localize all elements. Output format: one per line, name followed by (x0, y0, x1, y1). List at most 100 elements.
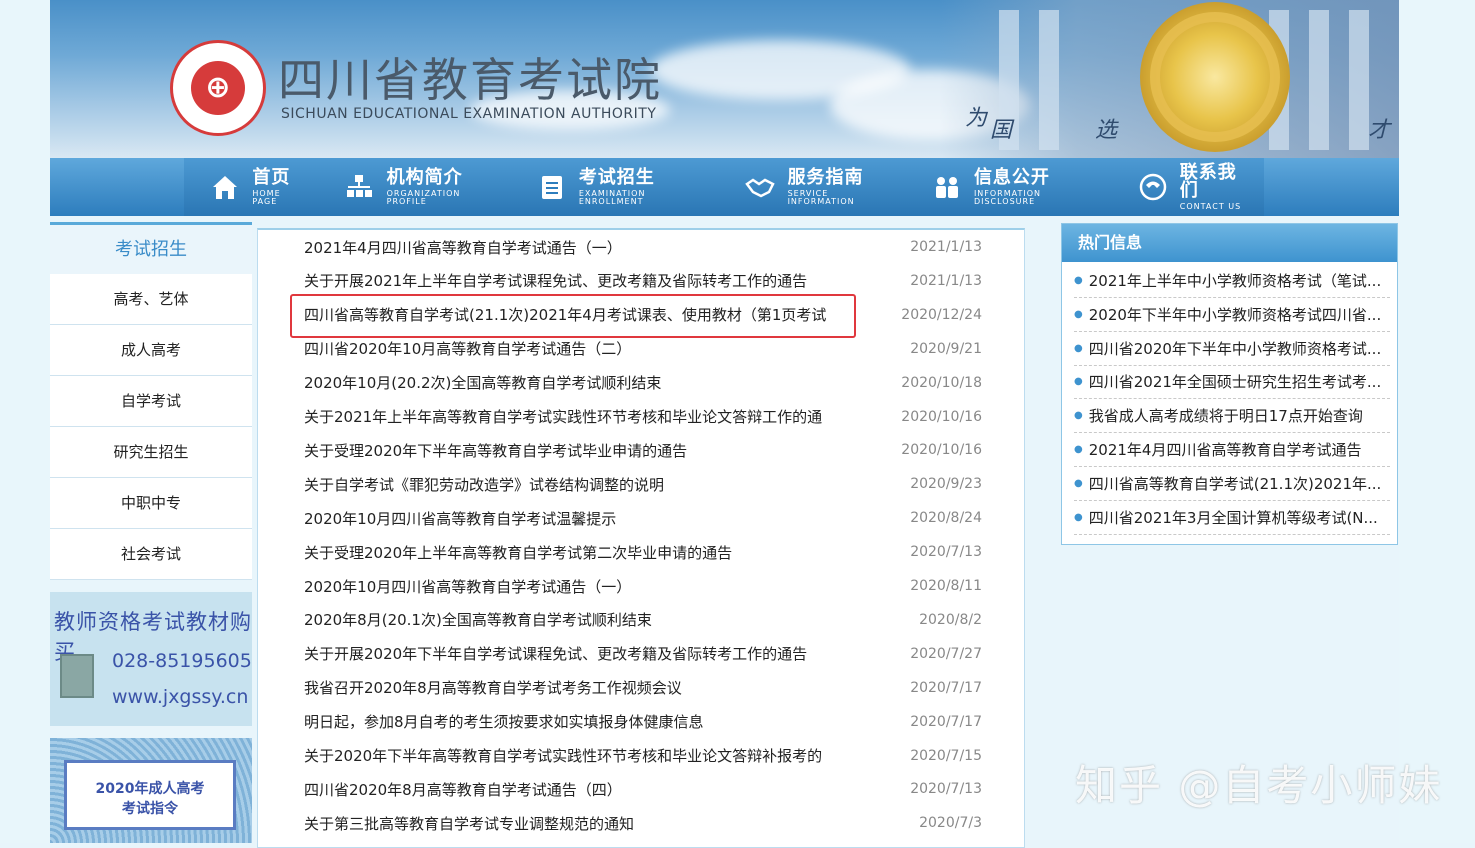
hot-item[interactable]: ● 四川省高等教育自学考试(21.1次)2021年... (1074, 467, 1390, 501)
slogan-char: 才 (1368, 118, 1391, 143)
news-title-link[interactable]: 关于开展2020年下半年自学考试课程免试、更改考籍及省际转考工作的通告 (304, 643, 807, 664)
site-logo[interactable]: ⊕ (170, 40, 266, 136)
slogan-char: 为 (965, 106, 988, 131)
hot-item[interactable]: ● 四川省2021年全国硕士研究生招生考试考... (1074, 365, 1390, 400)
news-row[interactable]: 我省召开2020年8月高等教育自学考试考务工作视频会议 2020/7/17 (304, 671, 982, 705)
sidebar-item-adult-exam[interactable]: 成人高考 (50, 325, 252, 376)
news-row[interactable]: 关于开展2021年上半年自学考试课程免试、更改考籍及省际转考工作的通告 2021/… (304, 264, 982, 298)
news-row[interactable]: 2020年8月(20.1次)全国高等教育自学考试顺利结束 2020/8/2 (304, 603, 982, 637)
news-title-link[interactable]: 关于2021年上半年高等教育自学考试实践性环节考核和毕业论文答辩工作的通 (304, 406, 822, 427)
nav-label: 联系我们 (1179, 161, 1237, 201)
news-title-link[interactable]: 我省召开2020年8月高等教育自学考试考务工作视频会议 (304, 677, 682, 698)
hot-item[interactable]: ● 我省成人高考成绩将于明日17点开始查询 (1074, 399, 1390, 434)
news-title-link[interactable]: 关于第三批高等教育自学考试专业调整规范的通知 (304, 813, 634, 834)
sidebar-heading: 考试招生 (50, 222, 252, 274)
nav-label: 考试招生 (578, 166, 655, 188)
news-row[interactable]: 明日起，参加8月自考的考生须按要求如实填报身体健康信息 2020/7/17 (304, 705, 982, 739)
news-title-link[interactable]: 关于自学考试《罪犯劳动改造学》试卷结构调整的说明 (304, 474, 664, 495)
header-banner: ⊕ 四川省教育考试院 SICHUAN EDUCATIONAL EXAMINATI… (50, 0, 1399, 158)
news-title-link[interactable]: 2020年10月四川省高等教育自学考试温馨提示 (304, 508, 616, 529)
news-title-link[interactable]: 四川省2020年8月高等教育自学考试通告（四） (304, 779, 622, 800)
hot-item-link[interactable]: 2021年4月四川省高等教育自学考试通告 (1089, 439, 1362, 460)
news-date: 2020/10/16 (901, 442, 982, 459)
news-date: 2020/9/23 (910, 476, 982, 493)
news-title-link[interactable]: 2020年10月(20.2次)全国高等教育自学考试顺利结束 (304, 372, 661, 393)
news-date: 2020/12/24 (901, 306, 982, 323)
news-date: 2020/7/27 (910, 645, 982, 662)
nav-home[interactable]: 首页 HOME PAGE (184, 158, 318, 216)
news-row[interactable]: 关于受理2020年上半年高等教育自学考试第二次毕业申请的通告 2020/7/13 (304, 535, 982, 569)
news-title-link[interactable]: 关于受理2020年上半年高等教育自学考试第二次毕业申请的通告 (304, 542, 732, 563)
news-row[interactable]: 2021年4月四川省高等教育自学考试通告（一） 2021/1/13 (304, 230, 982, 264)
hot-item[interactable]: ● 四川省2021年3月全国计算机等级考试(N... (1074, 501, 1390, 535)
news-row[interactable]: 关于2020年下半年高等教育自学考试实践性环节考核和毕业论文答辩补报考的 2020… (304, 739, 982, 773)
news-title-link[interactable]: 2020年8月(20.1次)全国高等教育自学考试顺利结束 (304, 609, 652, 630)
sidebar-item-self-study[interactable]: 自学考试 (50, 376, 252, 427)
adult-exam-ad[interactable]: 2020年成人高考 考试指令 (50, 738, 252, 843)
ad-phone: 028-85195605 (112, 650, 252, 672)
hot-item-link[interactable]: 四川省2020年下半年中小学教师资格考试... (1089, 338, 1381, 359)
hot-item-link[interactable]: 四川省2021年3月全国计算机等级考试(N... (1089, 507, 1378, 528)
ad-line: 考试指令 (122, 801, 178, 817)
hot-item-link[interactable]: 我省成人高考成绩将于明日17点开始查询 (1089, 405, 1363, 426)
news-date: 2020/7/15 (910, 747, 982, 764)
sidebar-item-social-exam[interactable]: 社会考试 (50, 529, 252, 580)
nav-sublabel: HOME PAGE (252, 188, 281, 206)
news-list: 2021年4月四川省高等教育自学考试通告（一） 2021/1/13 关于开展2021… (257, 228, 1025, 848)
news-title-link[interactable]: 关于2020年下半年高等教育自学考试实践性环节考核和毕业论文答辩补报考的 (304, 745, 822, 766)
news-row[interactable]: 关于开展2020年下半年自学考试课程免试、更改考籍及省际转考工作的通告 2020/… (304, 637, 982, 671)
sidebar-item-gaokao[interactable]: 高考、艺体 (50, 274, 252, 325)
news-row[interactable]: 关于第三批高等教育自学考试专业调整规范的通知 2020/7/3 (304, 806, 982, 840)
news-title-link[interactable]: 关于受理2020年下半年高等教育自学考试毕业申请的通告 (304, 440, 687, 461)
home-icon (210, 171, 240, 203)
ad-line: 2020年成人高考 (95, 781, 205, 797)
hot-item-link[interactable]: 四川省高等教育自学考试(21.1次)2021年... (1089, 473, 1382, 494)
site-subtitle: SICHUAN EDUCATIONAL EXAMINATION AUTHORIT… (281, 106, 657, 122)
hot-item[interactable]: ● 2020年下半年中小学教师资格考试四川省... (1074, 298, 1390, 332)
ad-url: www.jxgssy.cn (112, 686, 249, 708)
news-row[interactable]: 关于2021年上半年高等教育自学考试实践性环节考核和毕业论文答辩工作的通 2020… (304, 400, 982, 434)
news-row[interactable]: 四川省2020年10月高等教育自学考试通告（二） 2020/9/21 (304, 332, 982, 366)
news-row[interactable]: 四川省高等教育自学考试(21.1次)2021年4月考试课表、使用教材（第1页考试… (304, 298, 982, 332)
news-title-link[interactable]: 四川省高等教育自学考试(21.1次)2021年4月考试课表、使用教材（第1页考试 (304, 304, 826, 325)
phone-icon (1137, 171, 1167, 203)
hot-item-link[interactable]: 四川省2021年全国硕士研究生招生考试考... (1089, 371, 1381, 392)
news-title-link[interactable]: 明日起，参加8月自考的考生须按要求如实填报身体健康信息 (304, 711, 704, 732)
nav-disclosure[interactable]: 信息公开 INFORMATION DISCLOSURE (905, 158, 1111, 216)
teacher-book-ad[interactable]: 教师资格考试教材购买 028-85195605 www.jxgssy.cn (50, 592, 252, 726)
news-row[interactable]: 2020年10月(20.2次)全国高等教育自学考试顺利结束 2020/10/18 (304, 366, 982, 400)
page-margin-right (1399, 0, 1475, 843)
news-date: 2020/7/17 (910, 713, 982, 730)
main-nav: 首页 HOME PAGE 机构简介 ORGANIZATION PROFILE 考试招… (50, 158, 1399, 216)
nav-organization[interactable]: 机构简介 ORGANIZATION PROFILE (318, 158, 510, 216)
news-title-link[interactable]: 2021年4月四川省高等教育自学考试通告（一） (304, 237, 622, 258)
news-title-link[interactable]: 2020年10月四川省高等教育自学考试通告（一） (304, 576, 631, 597)
bullet-icon: ● (1074, 376, 1083, 388)
hot-item[interactable]: ● 2021年上半年中小学教师资格考试（笔试... (1074, 264, 1390, 298)
hot-heading: 热门信息 (1062, 224, 1397, 262)
logo-mark: ⊕ (191, 61, 245, 115)
people-icon (931, 171, 961, 203)
hot-item[interactable]: ● 2021年4月四川省高等教育自学考试通告 (1074, 433, 1390, 467)
nav-label: 信息公开 (973, 166, 1050, 188)
news-row[interactable]: 四川省2020年8月高等教育自学考试通告（四） 2020/7/13 (304, 772, 982, 806)
nav-label: 机构简介 (386, 166, 463, 188)
news-row[interactable]: 2020年10月四川省高等教育自学考试通告（一） 2020/8/11 (304, 569, 982, 603)
bullet-icon: ● (1074, 511, 1083, 523)
sidebar-item-vocational[interactable]: 中职中专 (50, 478, 252, 529)
hot-item-link[interactable]: 2021年上半年中小学教师资格考试（笔试... (1089, 270, 1381, 291)
nav-contact[interactable]: 联系我们 CONTACT US (1111, 158, 1264, 216)
sidebar-item-graduate[interactable]: 研究生招生 (50, 427, 252, 478)
hot-item[interactable]: ● 四川省2020年下半年中小学教师资格考试... (1074, 332, 1390, 366)
news-title-link[interactable]: 四川省2020年10月高等教育自学考试通告（二） (304, 338, 631, 359)
document-icon (536, 171, 566, 203)
news-date: 2021/1/13 (910, 239, 982, 255)
nav-exam-enrollment[interactable]: 考试招生 EXAMINATION ENROLLMENT (510, 158, 719, 216)
news-row[interactable]: 2020年10月四川省高等教育自学考试温馨提示 2020/8/24 (304, 501, 982, 535)
news-row[interactable]: 关于受理2020年下半年高等教育自学考试毕业申请的通告 2020/10/16 (304, 433, 982, 467)
news-date: 2020/7/17 (910, 679, 982, 696)
news-row[interactable]: 关于自学考试《罪犯劳动改造学》试卷结构调整的说明 2020/9/23 (304, 467, 982, 501)
hot-item-link[interactable]: 2020年下半年中小学教师资格考试四川省... (1089, 304, 1381, 325)
news-title-link[interactable]: 关于开展2021年上半年自学考试课程免试、更改考籍及省际转考工作的通告 (304, 270, 807, 291)
nav-service[interactable]: 服务指南 SERVICE INFORMATION (719, 158, 905, 216)
